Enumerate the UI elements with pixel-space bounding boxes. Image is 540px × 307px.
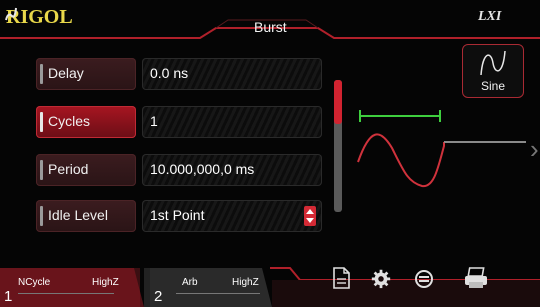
- row-marker: [40, 64, 43, 84]
- cycles-value: 1: [150, 113, 158, 129]
- channel-mode: NCycle: [18, 277, 51, 288]
- sine-wave-icon: [480, 50, 506, 76]
- delay-value: 0.0 ns: [150, 65, 189, 81]
- lxi-status: LXI: [478, 9, 502, 24]
- period-label: Period: [48, 161, 89, 177]
- up-down-arrows-icon[interactable]: [304, 206, 316, 226]
- cycles-label: Cycles: [48, 113, 91, 129]
- scrollbar-thumb[interactable]: [334, 80, 342, 124]
- channel-2-tab[interactable]: 2 Arb HighZ: [150, 266, 270, 307]
- period-value-field[interactable]: 10.000,000,0 ms: [142, 154, 322, 186]
- sine-label: Sine: [480, 79, 506, 93]
- bottom-bar: 1 NCycle HighZ 2 Arb HighZ: [0, 266, 540, 307]
- channel-impedance: HighZ: [232, 277, 259, 288]
- sync-icon[interactable]: [412, 266, 436, 290]
- printer-icon[interactable]: [462, 266, 490, 290]
- cycles-value-field[interactable]: 1: [142, 106, 322, 138]
- channel-number: 1: [4, 288, 13, 305]
- channel-divider: [176, 293, 260, 294]
- sine-waveform-button[interactable]: Sine: [462, 44, 524, 98]
- idle-level-select[interactable]: 1st Point: [142, 200, 322, 232]
- chevron-right-icon[interactable]: ›: [530, 134, 539, 165]
- top-bar: RIGOL Burst LXI: [0, 0, 540, 48]
- delay-label-button[interactable]: Delay: [36, 58, 136, 90]
- idle-level-label-button[interactable]: Idle Level: [36, 200, 136, 232]
- page-title: Burst: [254, 19, 287, 35]
- document-icon[interactable]: [330, 266, 352, 290]
- row-marker: [40, 160, 43, 180]
- cycles-label-button[interactable]: Cycles: [36, 106, 136, 138]
- idle-level-label: Idle Level: [48, 207, 108, 223]
- remote-icon: [5, 7, 17, 21]
- channel-number: 2: [154, 288, 163, 305]
- channel-mode: Arb: [182, 277, 198, 288]
- row-marker: [40, 206, 43, 226]
- gear-icon[interactable]: [370, 266, 392, 290]
- channel-1-tab[interactable]: 1 NCycle HighZ: [0, 266, 140, 307]
- channel-divider: [18, 293, 114, 294]
- period-value: 10.000,000,0 ms: [150, 161, 255, 177]
- channel-impedance: HighZ: [92, 277, 119, 288]
- burst-screen: RIGOL Burst LXI Delay 0.0 ns Cycles 1 Pe…: [0, 0, 540, 307]
- param-scrollbar[interactable]: [334, 80, 342, 212]
- burst-waveform-preview: [357, 110, 526, 188]
- idle-level-value: 1st Point: [150, 207, 205, 223]
- row-marker: [40, 112, 43, 132]
- delay-label: Delay: [48, 65, 84, 81]
- delay-value-field[interactable]: 0.0 ns: [142, 58, 322, 90]
- period-label-button[interactable]: Period: [36, 154, 136, 186]
